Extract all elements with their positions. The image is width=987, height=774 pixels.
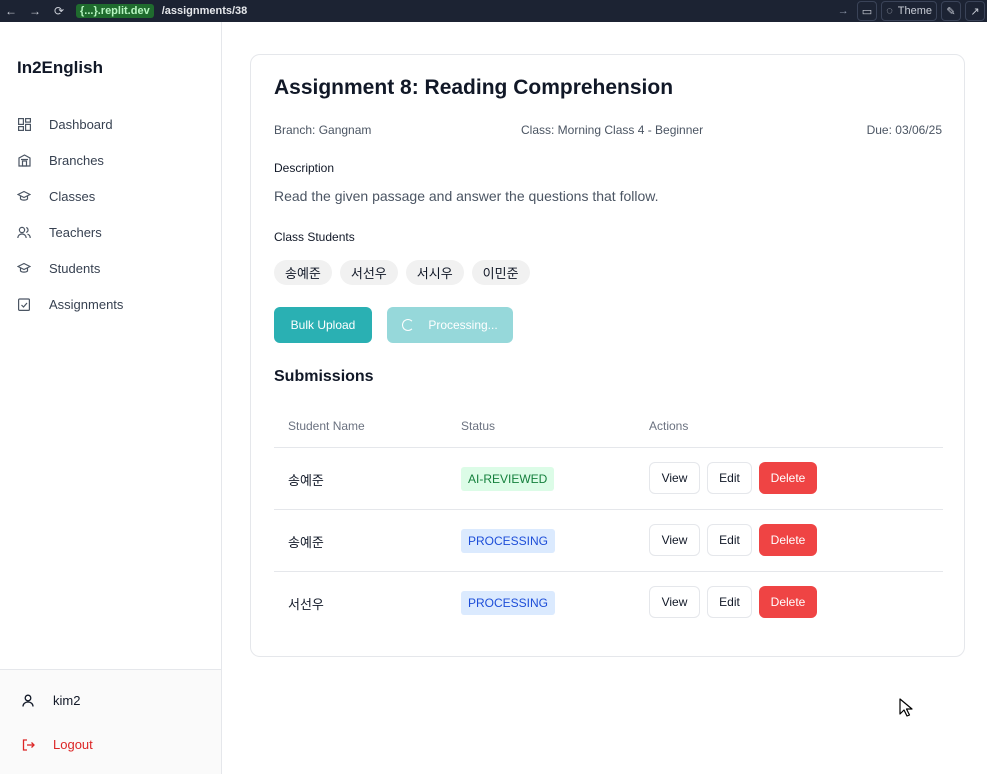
student-name: 송예준 <box>288 473 324 488</box>
delete-button[interactable]: Delete <box>759 462 817 494</box>
users-icon <box>17 225 31 239</box>
student-name: 서선우 <box>288 597 324 612</box>
open-external-button[interactable]: ↗ <box>965 1 985 21</box>
graduation-cap-icon <box>17 261 31 275</box>
row-actions: View Edit Delete <box>649 586 817 618</box>
class-info: Class: Morning Class 4 - Beginner <box>521 123 704 137</box>
sidebar-item-branches[interactable]: Branches <box>0 142 221 178</box>
url-path[interactable]: /assignments/38 <box>162 5 248 17</box>
status-badge: PROCESSING <box>461 591 556 615</box>
brand-logo[interactable]: In2English <box>17 58 103 78</box>
browser-actions: → ▭ ◌ Theme ✎ ↗ <box>838 1 985 21</box>
wrench-icon: ✎ <box>946 5 956 18</box>
table-row: 송예준 AI-REVIEWED View Edit Delete <box>274 448 943 510</box>
column-header-student-name: Student Name <box>288 419 365 433</box>
theme-button[interactable]: ◌ Theme <box>881 1 937 21</box>
edit-button[interactable]: Edit <box>707 462 752 494</box>
class-students-label: Class Students <box>274 230 355 244</box>
row-actions: View Edit Delete <box>649 462 817 494</box>
row-actions: View Edit Delete <box>649 524 817 556</box>
url-host[interactable]: {...}.replit.dev <box>76 4 154 18</box>
spinner-icon <box>402 319 415 331</box>
logout-button[interactable]: Logout <box>21 737 93 752</box>
description-text: Read the given passage and answer the qu… <box>274 188 659 204</box>
browser-toolbar: ← → ⟳ {...}.replit.dev /assignments/38 →… <box>0 0 987 22</box>
sidebar-item-label: Dashboard <box>49 116 113 132</box>
browser-nav: ← → ⟳ <box>0 4 66 18</box>
sidebar-item-label: Students <box>49 260 101 276</box>
dashboard-icon <box>17 117 31 131</box>
sidebar-nav: Dashboard Branches Classes Teachers Stud… <box>0 106 221 322</box>
forward-icon[interactable]: → <box>28 4 42 18</box>
clipboard-check-icon <box>17 297 31 311</box>
sidebar-item-classes[interactable]: Classes <box>0 178 221 214</box>
submissions-table: Student Name Status Actions 송예준 AI-REVIE… <box>274 407 943 634</box>
graduation-cap-icon <box>17 189 31 203</box>
sidebar-item-label: Assignments <box>49 296 124 312</box>
assignment-card: Assignment 8: Reading Comprehension Bran… <box>250 54 965 657</box>
student-name: 송예준 <box>288 535 324 550</box>
sidebar-item-students[interactable]: Students <box>0 250 221 286</box>
delete-button[interactable]: Delete <box>759 524 817 556</box>
column-header-actions: Actions <box>649 419 689 433</box>
status-badge: AI-REVIEWED <box>461 467 555 491</box>
building-icon <box>17 153 31 167</box>
palette-icon: ◌ <box>886 5 893 17</box>
bulk-upload-button[interactable]: Bulk Upload <box>274 307 372 343</box>
table-header: Student Name Status Actions <box>274 407 943 448</box>
user-menu[interactable]: kim2 <box>21 693 80 708</box>
status-badge: PROCESSING <box>461 529 556 553</box>
view-button[interactable]: View <box>649 462 700 494</box>
arrow-right-icon[interactable]: → <box>838 5 849 17</box>
column-header-status: Status <box>461 419 496 433</box>
student-chip: 서선우 <box>339 260 398 285</box>
monitor-icon: ▭ <box>861 5 873 18</box>
table-row: 서선우 PROCESSING View Edit Delete <box>274 572 943 634</box>
username: kim2 <box>53 693 81 708</box>
sidebar-item-dashboard[interactable]: Dashboard <box>0 106 221 142</box>
mouse-cursor-icon <box>899 698 913 717</box>
tools-button[interactable]: ✎ <box>941 1 961 21</box>
processing-button[interactable]: Processing... <box>387 307 513 343</box>
sidebar-item-label: Branches <box>49 152 104 168</box>
submissions-title: Submissions <box>274 368 374 385</box>
external-link-icon: ↗ <box>970 5 980 18</box>
edit-button[interactable]: Edit <box>707 586 752 618</box>
sidebar-footer: kim2 Logout <box>0 669 221 774</box>
view-button[interactable]: View <box>649 524 700 556</box>
table-row: 송예준 PROCESSING View Edit Delete <box>274 510 943 572</box>
student-chips: 송예준 서선우 서시우 이민준 <box>274 260 530 285</box>
sidebar-item-teachers[interactable]: Teachers <box>0 214 221 250</box>
sidebar-item-label: Classes <box>49 188 96 204</box>
back-icon[interactable]: ← <box>4 4 18 18</box>
logout-icon <box>21 738 35 752</box>
branch-info: Branch: Gangnam <box>274 123 372 137</box>
reload-icon[interactable]: ⟳ <box>52 4 66 18</box>
processing-label: Processing... <box>428 318 498 332</box>
student-chip: 이민준 <box>471 260 530 285</box>
due-date: Due: 03/06/25 <box>866 123 942 137</box>
user-icon <box>21 694 35 708</box>
student-chip: 송예준 <box>274 260 332 285</box>
sidebar-item-label: Teachers <box>49 224 102 240</box>
sidebar-item-assignments[interactable]: Assignments <box>0 286 221 322</box>
view-button[interactable]: View <box>649 586 700 618</box>
edit-button[interactable]: Edit <box>707 524 752 556</box>
student-chip: 서시우 <box>405 260 464 285</box>
theme-label: Theme <box>897 5 932 17</box>
page-title: Assignment 8: Reading Comprehension <box>274 76 674 99</box>
logout-label: Logout <box>53 737 93 752</box>
devtools-button[interactable]: ▭ <box>856 1 878 21</box>
delete-button[interactable]: Delete <box>759 586 817 618</box>
sidebar: In2English Dashboard Branches Classes Te… <box>0 22 222 774</box>
description-label: Description <box>274 161 335 175</box>
